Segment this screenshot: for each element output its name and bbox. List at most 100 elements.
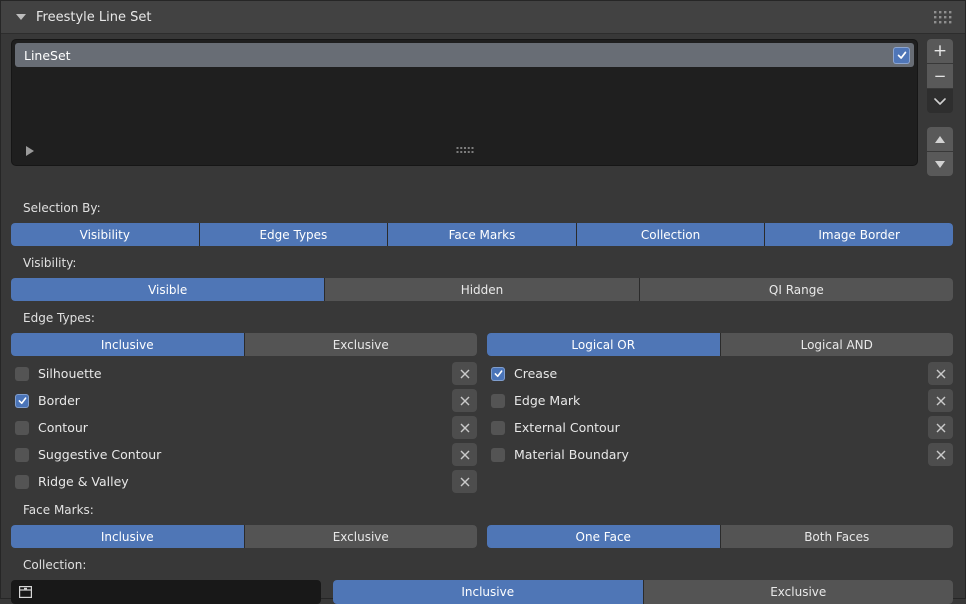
- add-lineset-button[interactable]: +: [927, 39, 953, 63]
- collection-inclusive-button[interactable]: Inclusive: [333, 580, 643, 604]
- edge-type-row: Material Boundary: [487, 443, 953, 466]
- x-icon: [936, 450, 946, 460]
- panel-header[interactable]: Freestyle Line Set: [1, 1, 965, 34]
- external-contour-remove-button[interactable]: [928, 416, 953, 439]
- silhouette-checkbox[interactable]: [15, 367, 29, 381]
- face-marks-label: Face Marks:: [23, 502, 953, 518]
- selection-by-label: Selection By:: [23, 200, 953, 216]
- contour-checkbox[interactable]: [15, 421, 29, 435]
- remove-lineset-button[interactable]: −: [927, 64, 953, 88]
- selection-by-toggles: Visibility Edge Types Face Marks Collect…: [11, 223, 953, 246]
- collection-box-icon: [18, 585, 33, 599]
- list-filter-expand-icon[interactable]: [26, 146, 34, 156]
- edge-type-label: Suggestive Contour: [38, 447, 452, 462]
- edge-inclusive-button[interactable]: Inclusive: [11, 333, 244, 356]
- logical-and-button[interactable]: Logical AND: [721, 333, 954, 356]
- lineset-list-controls: + −: [927, 39, 953, 176]
- face-marks-row: Inclusive Exclusive One Face Both Faces: [11, 525, 953, 548]
- edge-type-label: Ridge & Valley: [38, 474, 452, 489]
- edge-mark-remove-button[interactable]: [928, 389, 953, 412]
- panel-drag-handle-icon[interactable]: [934, 11, 952, 24]
- suggestive-contour-checkbox[interactable]: [15, 448, 29, 462]
- edge-type-row: Edge Mark: [487, 389, 953, 412]
- plus-icon: +: [933, 43, 947, 60]
- both-faces-button[interactable]: Both Faces: [721, 525, 954, 548]
- edge-type-label: Material Boundary: [514, 447, 928, 462]
- x-icon: [936, 369, 946, 379]
- edge-type-label: Silhouette: [38, 366, 452, 381]
- hidden-button[interactable]: Hidden: [325, 278, 638, 301]
- edge-type-row: Suggestive Contour: [11, 443, 477, 466]
- toggle-collection-button[interactable]: Collection: [577, 223, 765, 246]
- lineset-enable-checkbox[interactable]: [893, 47, 910, 64]
- logical-or-button[interactable]: Logical OR: [487, 333, 720, 356]
- edge-mark-checkbox[interactable]: [491, 394, 505, 408]
- collection-row: Inclusive Exclusive: [11, 580, 953, 604]
- panel-body: LineSet + −: [1, 34, 965, 604]
- x-icon: [460, 369, 470, 379]
- edge-type-label: External Contour: [514, 420, 928, 435]
- silhouette-remove-button[interactable]: [452, 362, 477, 385]
- ridge-valley-checkbox[interactable]: [15, 475, 29, 489]
- face-marks-exclusive-button[interactable]: Exclusive: [245, 525, 478, 548]
- ridge-valley-remove-button[interactable]: [452, 470, 477, 493]
- border-checkbox[interactable]: [15, 394, 29, 408]
- move-lineset-down-button[interactable]: [927, 152, 953, 176]
- border-remove-button[interactable]: [452, 389, 477, 412]
- x-icon: [460, 477, 470, 487]
- collection-field[interactable]: [11, 580, 321, 604]
- toggle-face-marks-button[interactable]: Face Marks: [388, 223, 576, 246]
- lineset-list-section: LineSet + −: [11, 39, 953, 176]
- lineset-list[interactable]: LineSet: [11, 39, 918, 166]
- edge-type-row: Border: [11, 389, 477, 412]
- triangle-down-icon: [935, 161, 945, 168]
- face-marks-inclusive-button[interactable]: Inclusive: [11, 525, 244, 548]
- freestyle-line-set-panel: Freestyle Line Set LineSet: [0, 0, 966, 599]
- material-boundary-checkbox[interactable]: [491, 448, 505, 462]
- edge-types-left-column: Silhouette Border Contour Suggestive Con…: [11, 362, 477, 493]
- crease-remove-button[interactable]: [928, 362, 953, 385]
- suggestive-contour-remove-button[interactable]: [452, 443, 477, 466]
- toggle-edge-types-button[interactable]: Edge Types: [200, 223, 388, 246]
- material-boundary-remove-button[interactable]: [928, 443, 953, 466]
- lineset-list-item[interactable]: LineSet: [15, 43, 914, 67]
- visible-button[interactable]: Visible: [11, 278, 324, 301]
- external-contour-checkbox[interactable]: [491, 421, 505, 435]
- edge-type-label: Edge Mark: [514, 393, 928, 408]
- toggle-visibility-button[interactable]: Visibility: [11, 223, 199, 246]
- move-lineset-up-button[interactable]: [927, 127, 953, 151]
- collection-inclusion: Inclusive Exclusive: [333, 580, 953, 604]
- edge-type-label: Contour: [38, 420, 452, 435]
- visibility-options: Visible Hidden QI Range: [11, 278, 953, 301]
- lineset-specials-menu-button[interactable]: [927, 89, 953, 113]
- face-marks-faces: One Face Both Faces: [487, 525, 953, 548]
- lineset-name[interactable]: LineSet: [24, 48, 71, 63]
- edge-type-row: External Contour: [487, 416, 953, 439]
- side-spacer: [927, 113, 953, 127]
- x-icon: [936, 423, 946, 433]
- toggle-image-border-button[interactable]: Image Border: [765, 223, 953, 246]
- x-icon: [460, 396, 470, 406]
- edge-exclusive-button[interactable]: Exclusive: [245, 333, 478, 356]
- list-resize-grip-icon[interactable]: [456, 144, 473, 158]
- edge-types-grid: Silhouette Border Contour Suggestive Con…: [11, 362, 953, 493]
- visibility-label: Visibility:: [23, 255, 953, 271]
- edge-type-label: Border: [38, 393, 452, 408]
- edge-type-row: Crease: [487, 362, 953, 385]
- collection-exclusive-button[interactable]: Exclusive: [644, 580, 954, 604]
- edge-type-label: Crease: [514, 366, 928, 381]
- panel-title: Freestyle Line Set: [36, 10, 151, 25]
- x-icon: [936, 396, 946, 406]
- one-face-button[interactable]: One Face: [487, 525, 720, 548]
- face-marks-inclusion: Inclusive Exclusive: [11, 525, 477, 548]
- edge-type-row: Silhouette: [11, 362, 477, 385]
- triangle-up-icon: [935, 136, 945, 143]
- edge-type-row: Ridge & Valley: [11, 470, 477, 493]
- crease-checkbox[interactable]: [491, 367, 505, 381]
- contour-remove-button[interactable]: [452, 416, 477, 439]
- edge-types-inclusion: Inclusive Exclusive: [11, 333, 477, 356]
- edge-types-right-column: Crease Edge Mark External Contour Materi…: [487, 362, 953, 493]
- qi-range-button[interactable]: QI Range: [640, 278, 953, 301]
- x-icon: [460, 450, 470, 460]
- collapse-arrow-icon[interactable]: [16, 14, 26, 20]
